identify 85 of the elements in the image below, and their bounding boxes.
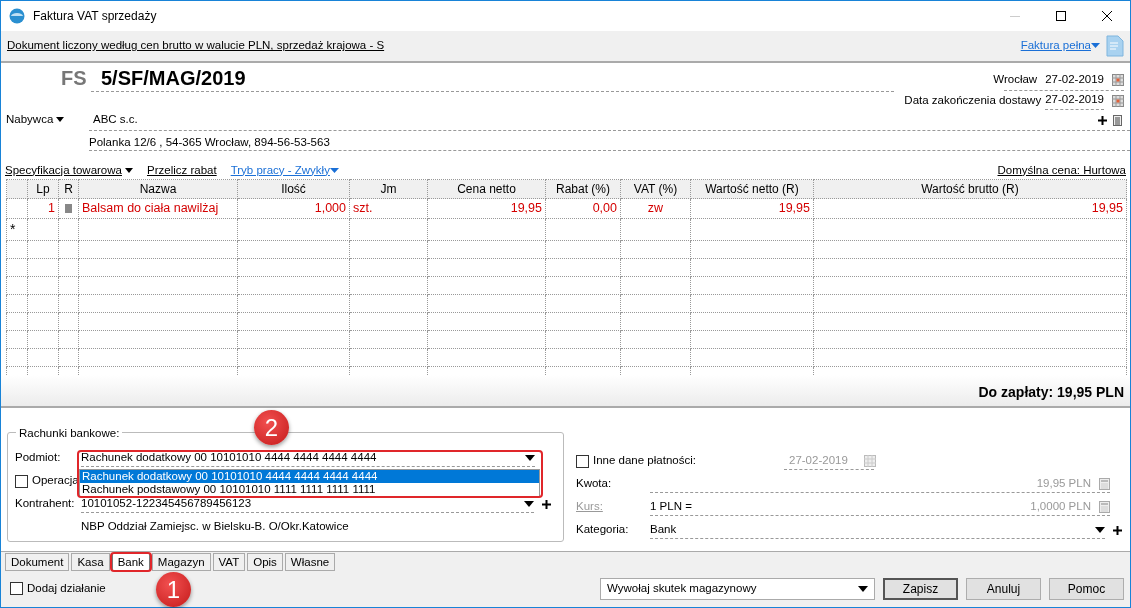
table-cell: zw: [647, 201, 664, 216]
dropdown-value: Bank: [650, 521, 678, 537]
field-label: Podmiot:: [15, 450, 62, 466]
mode-link[interactable]: Tryb pracy - Zwykły: [230, 161, 339, 179]
close-icon: [1102, 11, 1112, 21]
field-label: Kwota:: [576, 476, 613, 492]
document-prefix: FS: [61, 65, 88, 91]
dropdown-value: 10101052-122345456789456123: [81, 495, 253, 511]
caret-icon[interactable]: [1095, 526, 1105, 533]
table-cell: 19,95: [510, 201, 542, 216]
place-label: Wrocław: [993, 72, 1038, 88]
checkbox[interactable]: [15, 474, 28, 488]
caret-icon: [1091, 43, 1100, 49]
default-price-link[interactable]: Domyślna cena: Hurtowa: [997, 161, 1126, 179]
maximize-icon: [1056, 11, 1066, 21]
recalculate-link[interactable]: Przelicz rabat: [147, 161, 217, 179]
dropdown-option[interactable]: Rachunek dodatkowy 00 10101010 4444 4444 4444 4444: [80, 470, 539, 483]
dialog-button[interactable]: Pomoc: [1049, 577, 1124, 600]
calendar-icon[interactable]: [1112, 94, 1124, 107]
effect-dropdown[interactable]: Wywołaj skutek magazynowy: [600, 577, 875, 600]
column-header: Nazwa: [78, 179, 238, 199]
bank-name: NBP Oddział Zamiejsc. w Bielsku-B. O/Okr.Katowice: [81, 519, 349, 535]
date-field[interactable]: 27-02-2019: [1045, 91, 1104, 110]
checkbox-label: Operacja: [32, 473, 79, 489]
checkbox-label: Inne dane płatności:: [593, 453, 696, 469]
delivery-date-label: Data zakończenia dostawy: [904, 92, 1042, 108]
checkbox-label: Dodaj działanie: [27, 581, 106, 597]
column-header: VAT (%): [620, 179, 691, 199]
tab[interactable]: Dokument: [5, 552, 70, 571]
dropdown-option[interactable]: Rachunek podstawowy 00 10101010 1111 1111 1111 1111: [80, 483, 539, 496]
new-row-marker: *: [10, 221, 16, 237]
row-marker-icon: [65, 204, 72, 214]
column-header: Lp: [27, 179, 59, 199]
caret-icon: [329, 168, 339, 174]
dialog-button[interactable]: Zapisz: [883, 577, 958, 600]
plus-icon[interactable]: [1098, 115, 1107, 125]
buyer-name: ABC s.c.: [92, 112, 139, 128]
calendar-icon[interactable]: [1112, 74, 1124, 87]
dropdown-value: Rachunek dodatkowy 00 10101010 4444 4444 4444 4444: [81, 449, 378, 465]
plus-icon[interactable]: [1113, 525, 1122, 535]
buyer-menu[interactable]: Nabywca: [1, 110, 89, 151]
callout-badge: 2: [254, 410, 289, 445]
tab[interactable]: Własne: [284, 552, 336, 571]
table-cell: Balsam do ciała nawilżaj: [82, 201, 219, 216]
plus-icon[interactable]: [542, 499, 551, 509]
minimize-icon: [1010, 15, 1020, 17]
table-cell: szt.: [353, 201, 373, 216]
document-info-link[interactable]: Dokument liczony według cen brutto w walucie PLN, sprzedaż krajowa - S: [7, 37, 1021, 55]
column-header: Rabat (%): [545, 179, 621, 199]
calendar-icon: [863, 454, 876, 467]
menu-link[interactable]: Specyfikacja towarowa: [5, 161, 133, 179]
category-dropdown[interactable]: Bank: [650, 521, 1105, 540]
app-logo-icon: [9, 8, 25, 24]
table-cell: 19,95: [1091, 201, 1123, 216]
caret-icon[interactable]: [858, 585, 868, 592]
total-due: Do zapłaty: 19,95 PLN: [978, 382, 1124, 402]
tab[interactable]: Opis: [247, 552, 283, 571]
column-header: Jm: [349, 179, 428, 199]
document-number: 5/SF/MAG/2019: [91, 64, 895, 92]
list-icon[interactable]: [1113, 114, 1122, 126]
checkbox[interactable]: [10, 582, 23, 596]
tab[interactable]: VAT: [212, 552, 246, 571]
field-label: Kontrahent:: [15, 496, 76, 512]
column-header: Wartość brutto (R): [813, 179, 1127, 199]
column-header: Wartość netto (R): [690, 179, 814, 199]
table-cell: 1: [48, 201, 55, 216]
column-header: Ilość: [237, 179, 350, 199]
tab[interactable]: Magazyn: [151, 552, 211, 571]
field-label: Kategoria:: [576, 522, 630, 538]
table-cell: 1,000: [314, 201, 346, 216]
table-cell: 19,95: [778, 201, 810, 216]
account-dropdown[interactable]: Rachunek dodatkowy 00 10101010 4444 4444 4444 4444: [81, 449, 535, 468]
window-title: Faktura VAT sprzedaży: [33, 8, 158, 25]
caret-icon[interactable]: [524, 500, 534, 507]
date-field[interactable]: 27-02-2019: [1045, 71, 1104, 89]
buyer-address: Polanka 12/6 , 54-365 Wrocław, 894-56-53-563: [89, 135, 330, 148]
table-cell: 0,00: [592, 201, 617, 216]
document-type-link[interactable]: Faktura pełna: [1020, 37, 1100, 55]
checkbox[interactable]: [576, 454, 589, 468]
caret-icon[interactable]: [525, 454, 535, 461]
rate-text: 1 PLN =: [650, 498, 693, 514]
tab[interactable]: Kasa: [71, 552, 110, 571]
dialog-button[interactable]: Anuluj: [966, 577, 1041, 600]
highlight-frame: [109, 551, 152, 572]
column-header: Cena netto: [427, 179, 546, 199]
